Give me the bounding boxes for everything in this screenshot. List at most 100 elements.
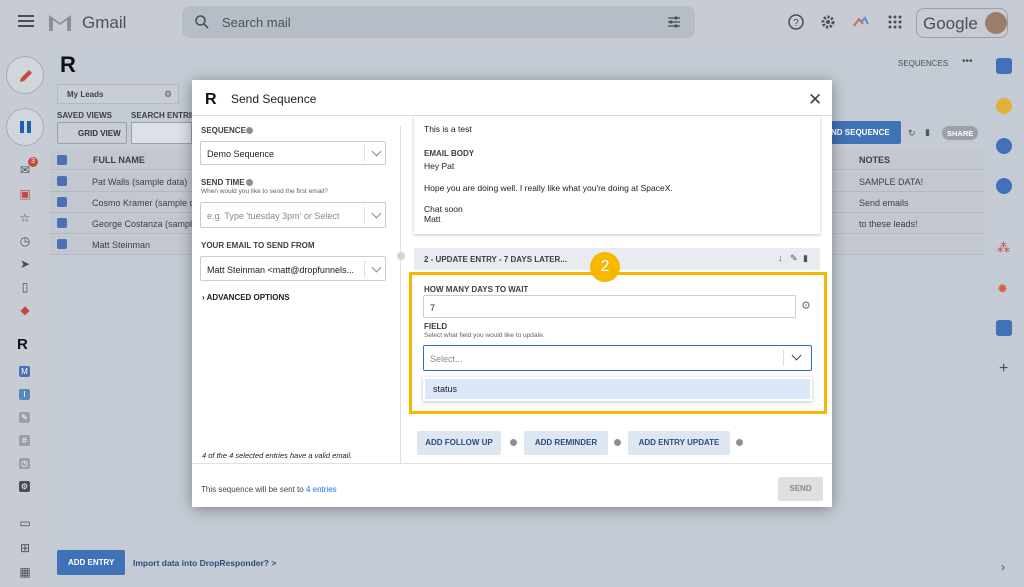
dialog-logo-icon: R [205, 91, 217, 108]
highlight-box [409, 272, 827, 414]
advanced-options-toggle[interactable]: › ADVANCED OPTIONS [202, 293, 290, 302]
search-input[interactable]: Search mail [222, 15, 291, 30]
clock-app-icon[interactable]: ◷ [19, 458, 30, 469]
google-wordmark: Google [923, 14, 978, 33]
refresh-icon[interactable]: ↻ [908, 128, 916, 139]
chevron-down-icon [371, 146, 382, 157]
add-entry-button[interactable]: ADD ENTRY [57, 550, 125, 575]
grid-view-button[interactable]: GRID VIEW [57, 122, 127, 144]
send-time-input[interactable]: e.g. Type 'tuesday 3pm' or Select [200, 202, 386, 228]
row-checkbox[interactable] [57, 218, 67, 228]
search-bar[interactable]: Search mail [182, 6, 695, 38]
column-full-name[interactable]: FULL NAME [93, 155, 145, 165]
tab-settings-icon[interactable]: ⚙ [164, 89, 172, 100]
info-icon[interactable] [736, 439, 743, 446]
inbox-count-badge: 3 [28, 157, 38, 167]
sequences-link[interactable]: SEQUENCES [898, 59, 948, 68]
google-account-button[interactable]: Google [916, 8, 1008, 38]
contacts-icon[interactable] [996, 178, 1012, 194]
search-icon[interactable] [194, 14, 210, 30]
account-app-icon[interactable] [852, 14, 870, 30]
send-sequence-button[interactable]: ND SEQUENCE [831, 121, 901, 144]
tab-label: My Leads [67, 90, 104, 99]
dialog-title: Send Sequence [231, 92, 317, 106]
settings-gear-icon[interactable] [820, 14, 836, 30]
row-note: to these leads! [859, 219, 918, 229]
meet-video-icon[interactable]: ▭ [18, 517, 32, 529]
addon-sun-icon[interactable]: ✹ [997, 281, 1008, 297]
expand-panel-icon[interactable]: › [1001, 560, 1005, 574]
search-options-icon[interactable] [667, 15, 681, 29]
side-panel [984, 46, 1024, 587]
starred-icon[interactable]: ☆ [18, 212, 32, 224]
share-button[interactable]: SHARE [942, 126, 978, 140]
calendar-icon[interactable] [996, 58, 1012, 74]
row-checkbox[interactable] [57, 197, 67, 207]
column-notes[interactable]: NOTES [859, 155, 890, 165]
sync-app-icon[interactable]: # [19, 435, 30, 446]
meet-join-icon[interactable]: ⊞ [18, 542, 32, 554]
add-follow-up-button[interactable]: ADD FOLLOW UP [417, 431, 501, 455]
add-addon-icon[interactable]: + [999, 360, 1008, 378]
row-name: Matt Steinman [92, 240, 151, 250]
edit-app-icon[interactable]: ✎ [19, 412, 30, 423]
send-time-hint: When would you like to send the first em… [201, 188, 328, 195]
email-from-label: YOUR EMAIL TO SEND FROM [201, 241, 315, 250]
zoom-video-icon[interactable] [996, 320, 1012, 336]
important-inbox-icon[interactable]: ▣ [18, 188, 32, 200]
main-menu-icon[interactable] [18, 15, 34, 27]
row-note: Send emails [859, 198, 909, 208]
info-icon[interactable] [614, 439, 621, 446]
apps-grid-icon[interactable] [887, 14, 903, 30]
info-icon[interactable] [510, 439, 517, 446]
sent-icon[interactable]: ➤ [18, 258, 32, 270]
search-entries-input[interactable] [131, 122, 192, 144]
avatar[interactable] [985, 12, 1007, 34]
dropresponder-logo-icon[interactable]: R [17, 336, 28, 353]
info-icon[interactable] [246, 127, 253, 134]
m-app-icon[interactable]: M [19, 366, 30, 377]
add-entry-update-button[interactable]: ADD ENTRY UPDATE [628, 431, 730, 455]
more-options-icon[interactable]: ••• [962, 56, 973, 67]
move-down-icon[interactable]: ↓ [778, 253, 783, 263]
trash-icon[interactable]: ▮ [925, 127, 930, 138]
email-from-select[interactable]: Matt Steinman <matt@dropfunnels... [200, 256, 386, 281]
tasks-icon[interactable] [996, 138, 1012, 154]
step-badge: 2 [590, 252, 620, 282]
addon-dots-icon[interactable]: ⁂ [997, 240, 1010, 256]
row-checkbox[interactable] [57, 176, 67, 186]
send-time-label: SEND TIME [201, 178, 245, 187]
calendar-small-icon[interactable]: ▦ [18, 566, 32, 578]
tab-my-leads[interactable]: My Leads ⚙ [57, 84, 179, 104]
row-name: George Costanza (sample [92, 219, 198, 229]
gmail-logo-icon[interactable] [47, 11, 73, 33]
send-button[interactable]: SEND [778, 477, 823, 501]
edit-icon[interactable]: ✎ [790, 253, 798, 264]
divider [192, 463, 832, 464]
entries-link[interactable]: 4 entries [306, 485, 337, 494]
label-icon[interactable]: ◆ [18, 304, 32, 316]
add-reminder-button[interactable]: ADD REMINDER [524, 431, 608, 455]
email-body-label: EMAIL BODY [424, 149, 475, 158]
compose-button[interactable] [6, 56, 44, 94]
email-step-card: This is a test EMAIL BODY Hey Pat Hope y… [414, 116, 820, 234]
sequence-select[interactable]: Demo Sequence [200, 141, 386, 165]
select-all-checkbox[interactable] [57, 155, 67, 165]
snoozed-clock-icon[interactable]: ◷ [18, 235, 32, 247]
keep-icon[interactable] [996, 98, 1012, 114]
row-checkbox[interactable] [57, 239, 67, 249]
row-name: Cosmo Kramer (sample da [92, 198, 200, 208]
pencil-icon [20, 70, 32, 82]
settings-app-icon[interactable]: ⚙ [19, 481, 30, 492]
help-icon[interactable]: ? [788, 14, 804, 30]
info-icon[interactable] [246, 179, 253, 186]
sequence-label: SEQUENCE [201, 126, 246, 135]
footer-text: This sequence will be sent to 4 entries [201, 485, 337, 494]
import-data-link[interactable]: Import data into DropResponder? > [133, 558, 276, 568]
drafts-icon[interactable]: ▯ [18, 281, 32, 293]
close-icon[interactable]: ✕ [808, 90, 822, 110]
i-app-icon[interactable]: I [19, 389, 30, 400]
pause-inbox-button[interactable] [6, 108, 44, 146]
email-subject: This is a test [424, 124, 472, 134]
delete-icon[interactable]: ▮ [803, 253, 808, 264]
